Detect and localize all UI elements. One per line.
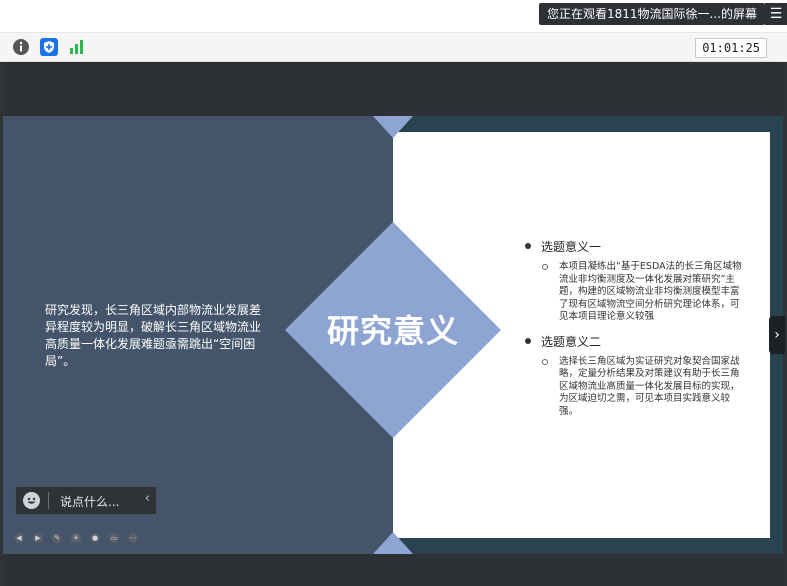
laser-icon[interactable]: ✳ (71, 533, 81, 543)
bullet-detail-2: 选择长三角区域为实证研究对象契合国家战略，定量分析结果及对策建议有助于长三角区域… (523, 356, 748, 419)
shield-icon[interactable] (40, 38, 58, 56)
chevron-right-icon[interactable]: › (769, 316, 785, 354)
meeting-timer: 01:01:25 (695, 38, 767, 58)
bullet-detail-1: 本项目凝练出“基于ESDA法的长三角区域物流业非均衡测度及一体化发展对策研究”主… (523, 261, 748, 324)
window-top-bar: 您正在观看1811物流国际徐一...的屏幕 ☰ (0, 0, 787, 33)
slide-summary-text: 研究发现，长三角区域内部物流业发展差异程度较为明显，破解长三角区域物流业高质量一… (45, 303, 262, 368)
slide-title: 研究意义 (326, 312, 459, 350)
bullet-heading-1: 选题意义一 (523, 238, 748, 255)
chevron-left-icon[interactable]: ‹ (145, 491, 150, 506)
chat-separator (48, 492, 49, 509)
next-icon[interactable]: ▶ (33, 533, 43, 543)
slide-bullet-list: 选题意义一 本项目凝练出“基于ESDA法的长三角区域物流业非均衡测度及一体化发展… (523, 238, 748, 427)
stage-bottom-margin (3, 554, 783, 586)
more-icon[interactable]: ⋯ (128, 533, 138, 543)
camera-icon[interactable]: ● (90, 533, 100, 543)
screen-icon[interactable]: ▭ (109, 533, 119, 543)
list-icon[interactable]: ☰ (765, 3, 787, 25)
chat-placeholder[interactable]: 说点什么... (60, 493, 119, 510)
stage-top-margin (3, 62, 783, 116)
share-banner-text: 您正在观看1811物流国际徐一...的屏幕 (547, 7, 757, 21)
meeting-toolbar: 01:01:25 (0, 33, 787, 62)
prev-icon[interactable]: ◀ (14, 533, 24, 543)
signal-icon[interactable] (68, 38, 86, 56)
bottom-triangle-decoration (373, 532, 413, 554)
bullet-heading-2: 选题意义二 (523, 333, 748, 350)
info-icon[interactable] (12, 38, 30, 56)
top-triangle-decoration (373, 116, 413, 138)
smile-icon[interactable] (23, 492, 40, 509)
chat-input-box[interactable]: 说点什么... ‹ (15, 486, 157, 515)
pen-icon[interactable]: ✎ (52, 533, 62, 543)
screen-share-banner: 您正在观看1811物流国际徐一...的屏幕 (539, 3, 765, 25)
